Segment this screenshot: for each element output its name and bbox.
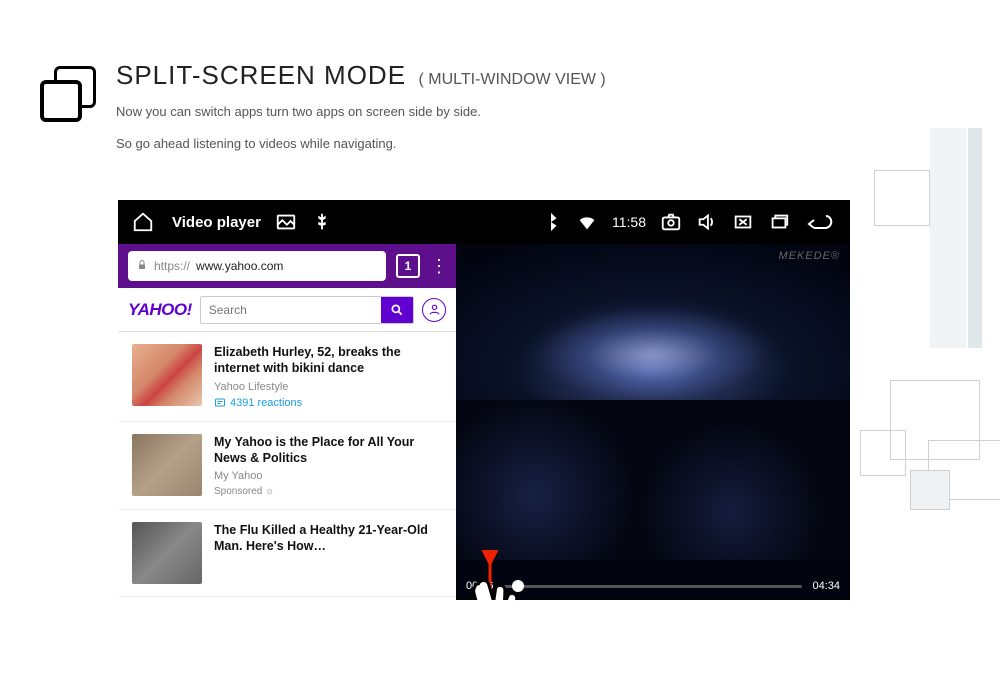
close-screen-icon[interactable] [732, 211, 754, 233]
article-title: Elizabeth Hurley, 52, breaks the interne… [214, 344, 442, 377]
app-title: Video player [172, 214, 261, 231]
article-thumbnail [132, 344, 202, 406]
search-input[interactable] [201, 303, 381, 317]
volume-icon[interactable] [696, 211, 718, 233]
reactions-link[interactable]: 4391 reactions [214, 397, 442, 409]
list-item[interactable]: My Yahoo is the Place for All Your News … [118, 422, 456, 511]
yahoo-header: YAHOO! [118, 288, 456, 332]
reactions-count: 4391 reactions [230, 397, 302, 409]
yahoo-logo[interactable]: YAHOO! [128, 300, 192, 320]
lock-icon [136, 259, 148, 274]
browser-pane: https:// www.yahoo.com 1 ⋮ YAHOO! [118, 244, 456, 600]
logo-text: YAHOO [128, 300, 187, 319]
split-screen-icon [40, 66, 96, 122]
page-subtitle: ( MULTI-WINDOW VIEW ) [419, 71, 606, 88]
list-item[interactable]: The Flu Killed a Healthy 21-Year-Old Man… [118, 510, 456, 597]
brand-watermark: MEKEDE® [778, 250, 840, 262]
deco-bar-2 [968, 128, 982, 348]
seek-bar[interactable] [504, 585, 803, 588]
description-line-1: Now you can switch apps turn two apps on… [116, 101, 606, 123]
article-source: Yahoo Lifestyle [214, 381, 442, 393]
account-icon[interactable] [422, 298, 446, 322]
android-status-bar: Video player 11:58 [118, 200, 850, 244]
tab-count-value: 1 [405, 259, 412, 273]
camera-icon[interactable] [660, 211, 682, 233]
search-box [200, 296, 414, 324]
video-frame [456, 244, 850, 600]
browser-address-bar: https:// www.yahoo.com 1 ⋮ [118, 244, 456, 288]
logo-excl: ! [187, 300, 192, 319]
video-pane[interactable]: MEKEDE® 00:06 04:34 [456, 244, 850, 600]
article-thumbnail [132, 434, 202, 496]
home-icon[interactable] [132, 211, 154, 233]
recent-apps-icon[interactable] [768, 211, 790, 233]
deco-square-6 [860, 430, 906, 476]
deco-square-3 [874, 170, 930, 226]
url-scheme: https:// [154, 259, 190, 273]
sponsored-label: Sponsored ☼ [214, 486, 442, 497]
tab-count-button[interactable]: 1 [396, 254, 420, 278]
search-button[interactable] [381, 296, 413, 324]
url-input[interactable]: https:// www.yahoo.com [128, 251, 386, 281]
description-line-2: So go ahead listening to videos while na… [116, 133, 606, 155]
image-icon[interactable] [275, 211, 297, 233]
url-host: www.yahoo.com [196, 259, 283, 273]
usb-icon [311, 211, 333, 233]
bluetooth-icon [540, 211, 562, 233]
page-title: SPLIT-SCREEN MODE [116, 60, 406, 90]
wifi-icon [576, 211, 598, 233]
article-thumbnail [132, 522, 202, 584]
duration: 04:34 [812, 580, 840, 592]
menu-icon[interactable]: ⋮ [430, 256, 446, 277]
clock-time: 11:58 [612, 214, 646, 230]
deco-bar-1 [930, 128, 966, 348]
list-item[interactable]: Elizabeth Hurley, 52, breaks the interne… [118, 332, 456, 422]
article-source: My Yahoo [214, 470, 442, 482]
device-screenshot: Video player 11:58 [118, 200, 850, 600]
article-title: The Flu Killed a Healthy 21-Year-Old Man… [214, 522, 442, 555]
back-icon[interactable] [804, 211, 836, 233]
deco-square-7 [910, 470, 950, 510]
news-feed[interactable]: Elizabeth Hurley, 52, breaks the interne… [118, 332, 456, 600]
article-title: My Yahoo is the Place for All Your News … [214, 434, 442, 467]
